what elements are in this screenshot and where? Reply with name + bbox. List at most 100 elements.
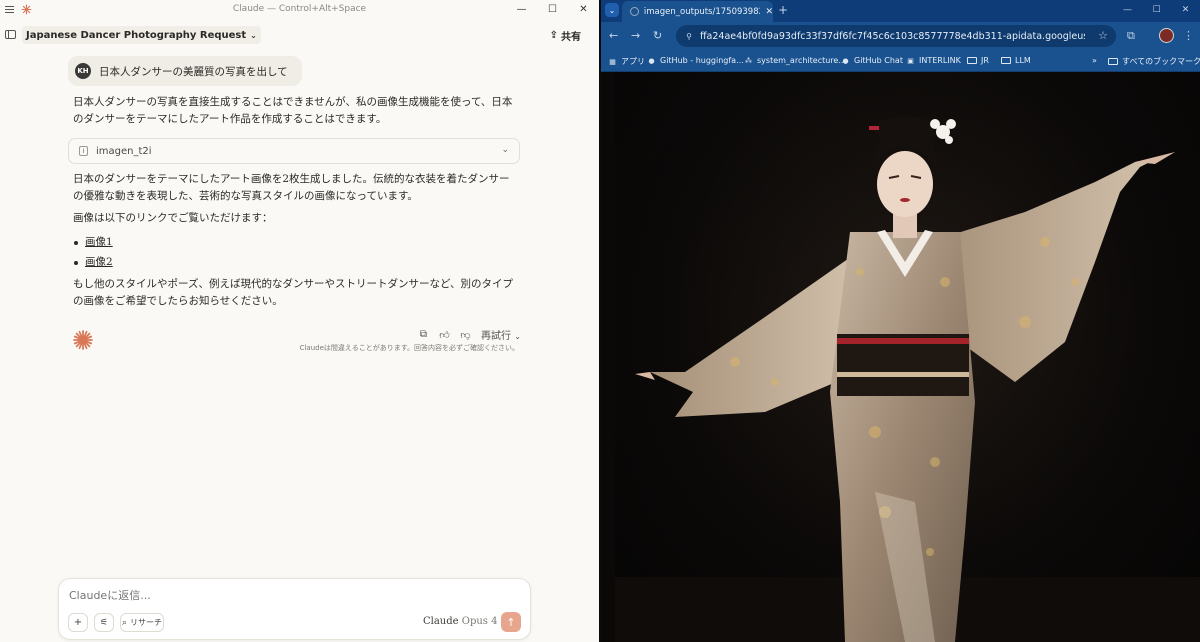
- bookmark-folder-jr[interactable]: JR: [967, 56, 989, 65]
- list-item: 画像2: [73, 254, 113, 274]
- user-message: KH 日本人ダンサーの美麗質の写真を出して: [68, 56, 302, 86]
- add-attachment-button[interactable]: +: [68, 613, 88, 632]
- new-tab-button[interactable]: +: [778, 3, 788, 17]
- copy-icon[interactable]: ⧉: [418, 329, 429, 340]
- reply-input[interactable]: [69, 589, 369, 602]
- image-link-list: 画像1 画像2: [73, 234, 113, 274]
- chat-title-text: Japanese Dancer Photography Request: [26, 29, 247, 41]
- globe-icon: [630, 7, 639, 16]
- bookmarks-bar: ▦ アプリ ● GitHub - huggingfa... ⁂ system_arch…: [601, 51, 1200, 72]
- browser-window-controls: — ☐ ✕: [1113, 0, 1200, 20]
- tool-name: imagen_t2i: [96, 145, 152, 157]
- bookmark-label: LLM: [1015, 56, 1031, 65]
- composer: + ⚟ ⌕ リサーチ Claude Opus 4 ⌄ ↑: [58, 578, 531, 640]
- chevron-down-icon: ⌄: [501, 145, 509, 155]
- thumbs-up-icon[interactable]: 👍︎: [439, 329, 450, 341]
- tab-bar: ⌄ imagen_outputs/17509398258 ✕ + — ☐ ✕: [601, 0, 1200, 22]
- sidebar-toggle-icon[interactable]: [5, 30, 16, 39]
- tab-title: imagen_outputs/17509398258: [643, 6, 761, 17]
- close-icon[interactable]: ✕: [568, 0, 599, 19]
- retry-button[interactable]: 再試行 ⌄: [481, 327, 521, 342]
- tool-icon: I: [79, 146, 88, 156]
- share-label: 共有: [561, 32, 581, 43]
- image-link-1[interactable]: 画像1: [85, 236, 113, 248]
- maximize-icon[interactable]: ☐: [1142, 0, 1171, 20]
- bookmark-label: GitHub - huggingfa...: [660, 56, 744, 65]
- bookmark-label: アプリ: [621, 57, 645, 66]
- model-selector[interactable]: Claude Opus 4 ⌄: [423, 616, 507, 627]
- kebab-menu-icon[interactable]: ⋮: [1183, 29, 1194, 42]
- interlink-icon: ▣: [907, 56, 914, 65]
- disclaimer: Claudeは間違えることがあります。回答内容を必ずご確認ください。: [299, 344, 519, 352]
- assistant-reply-result: 日本のダンサーをテーマにしたアート画像を2枚生成しました。伝統的な衣装を着たダン…: [73, 173, 510, 202]
- user-message-text: 日本人ダンサーの美麗質の写真を出して: [99, 65, 288, 78]
- arrow-up-icon: ↑: [506, 615, 516, 629]
- bookmark-github-chat[interactable]: ● GitHub Chat: [841, 56, 903, 65]
- address-bar[interactable]: ⚲ ffa24ae4bf0fd9a93dfc33f37df6fc7f45c6c1…: [676, 25, 1116, 47]
- search-icon: ⌕: [121, 617, 128, 628]
- image-link-2[interactable]: 画像2: [85, 256, 113, 268]
- all-bookmarks-label: すべてのブックマーク: [1122, 57, 1200, 66]
- list-item: 画像1: [73, 234, 113, 254]
- network-icon: ⁂: [745, 56, 752, 65]
- bookmark-apps[interactable]: ▦ アプリ: [608, 56, 645, 67]
- tools-button[interactable]: ⚟: [94, 613, 114, 632]
- minimize-icon[interactable]: —: [506, 0, 537, 19]
- claude-titlebar: Claude — Control+Alt+Space — ☐ ✕: [0, 0, 599, 19]
- dancer-photo: [615, 72, 1200, 642]
- model-name: Claude: [423, 616, 459, 627]
- forward-icon[interactable]: →: [631, 29, 640, 42]
- bookmark-system-architecture[interactable]: ⁂ system_architecture...: [744, 56, 846, 65]
- chevron-down-icon: ⌄: [608, 5, 616, 15]
- folder-icon: [967, 57, 977, 64]
- profile-avatar[interactable]: [1159, 28, 1174, 43]
- back-icon[interactable]: ←: [609, 29, 618, 42]
- extensions-icon[interactable]: ⧉: [1127, 29, 1135, 43]
- model-variant: Opus 4: [461, 616, 498, 627]
- browser-window: ⌄ imagen_outputs/17509398258 ✕ + — ☐ ✕ ←…: [601, 0, 1200, 642]
- bookmark-label: JR: [981, 56, 989, 65]
- message-actions: ⧉ 👍︎ 👎︎ 再試行 ⌄: [418, 327, 521, 342]
- bookmark-interlink[interactable]: ▣ INTERLINK: [906, 56, 961, 65]
- chevron-down-icon: ⌄: [250, 30, 257, 40]
- assistant-reply-outro: もし他のスタイルやポーズ、例えば現代的なダンサーやストリートダンサーなど、別のタ…: [73, 278, 513, 307]
- all-bookmarks-button[interactable]: すべてのブックマーク: [1108, 56, 1200, 67]
- tool-call-expander[interactable]: I imagen_t2i ⌄: [68, 138, 520, 164]
- more-bookmarks-icon[interactable]: »: [1092, 56, 1097, 65]
- research-button[interactable]: ⌕ リサーチ: [120, 613, 164, 632]
- bookmark-label: system_architecture...: [757, 56, 846, 65]
- minimize-icon[interactable]: —: [1113, 0, 1142, 20]
- retry-label: 再試行: [481, 331, 511, 342]
- folder-icon: [1108, 58, 1118, 65]
- site-info-icon[interactable]: ⚲: [684, 31, 694, 41]
- chevron-down-icon: ⌄: [514, 332, 521, 341]
- claude-window: Claude — Control+Alt+Space — ☐ ✕ Japanes…: [0, 0, 599, 642]
- github-icon: ●: [842, 56, 849, 65]
- folder-icon: [1001, 57, 1011, 64]
- bookmark-star-icon[interactable]: ☆: [1098, 29, 1108, 42]
- assistant-reply-links-intro: 画像は以下のリンクでご覧いただけます：: [73, 212, 273, 224]
- claude-logo-icon: [73, 330, 93, 350]
- url-text: ffa24ae4bf0fd9a93dfc33f37df6fc7f45c6c103…: [700, 30, 1085, 42]
- chat-title-dropdown[interactable]: Japanese Dancer Photography Request ⌄: [22, 26, 261, 44]
- assistant-reply-intro: 日本人ダンサーの写真を直接生成することはできませんが、私の画像生成機能を使って、…: [73, 96, 513, 125]
- tab-active[interactable]: imagen_outputs/17509398258 ✕: [622, 1, 773, 22]
- sliders-icon: ⚟: [99, 617, 109, 628]
- send-button[interactable]: ↑: [501, 612, 521, 632]
- bookmark-folder-llm[interactable]: LLM: [1001, 56, 1031, 65]
- research-label: リサーチ: [130, 618, 163, 627]
- github-icon: ●: [648, 56, 655, 65]
- page-viewport: [601, 72, 1200, 642]
- browser-toolbar: ← → ↻ ⚲ ffa24ae4bf0fd9a93dfc33f37df6fc7f…: [601, 22, 1200, 51]
- tab-list-button[interactable]: ⌄: [605, 3, 619, 17]
- reload-icon[interactable]: ↻: [653, 29, 662, 42]
- thumbs-down-icon[interactable]: 👎︎: [460, 329, 471, 341]
- window-controls: — ☐ ✕: [506, 0, 599, 19]
- chat-header: Japanese Dancer Photography Request ⌄ ⇪ …: [0, 19, 599, 52]
- share-button[interactable]: ⇪ 共有: [550, 28, 581, 43]
- maximize-icon[interactable]: ☐: [537, 0, 568, 19]
- close-icon[interactable]: ✕: [765, 7, 773, 17]
- plus-icon: +: [73, 617, 83, 628]
- bookmark-github-hf[interactable]: ● GitHub - huggingfa...: [647, 56, 744, 65]
- close-icon[interactable]: ✕: [1171, 0, 1200, 20]
